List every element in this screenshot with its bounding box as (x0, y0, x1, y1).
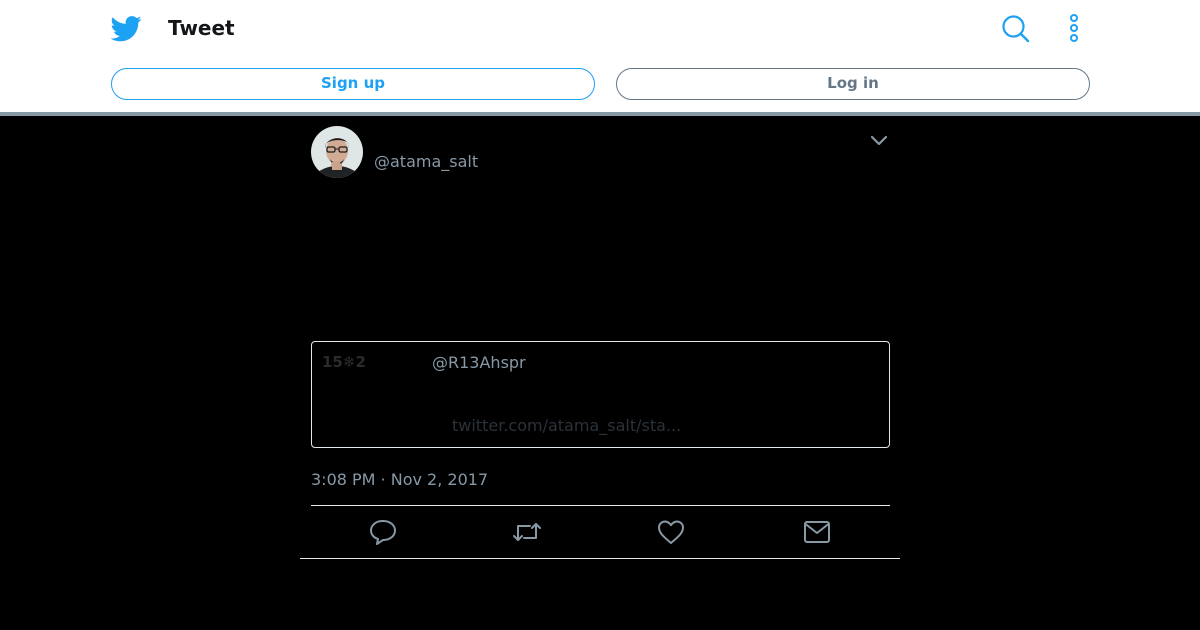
timestamp-divider (311, 505, 890, 506)
header-divider (0, 112, 1200, 116)
author-handle[interactable]: @atama_salt (374, 152, 478, 171)
log-in-button[interactable]: Log in (616, 68, 1090, 100)
chevron-down-icon[interactable] (868, 130, 890, 152)
twitter-bird-icon[interactable] (111, 13, 142, 44)
avatar[interactable] (311, 126, 363, 178)
more-vertical-icon[interactable] (1060, 13, 1088, 43)
sign-up-button[interactable]: Sign up (111, 68, 595, 100)
page-title: Tweet (168, 16, 235, 40)
like-icon[interactable] (656, 518, 686, 546)
quoted-tweet-link[interactable]: twitter.com/atama_salt/sta... (452, 416, 681, 435)
quoted-author-handle: @R13Ahspr (432, 353, 526, 372)
top-header: Tweet Sign up Log in (0, 0, 1200, 112)
retweet-icon[interactable] (512, 518, 542, 546)
quoted-author-name: 15❄︎2 (322, 353, 366, 371)
quoted-tweet-card[interactable]: 15❄︎2 @R13Ahspr twitter.com/atama_salt/s… (311, 341, 890, 448)
direct-message-icon[interactable] (802, 518, 832, 546)
tweet-timestamp[interactable]: 3:08 PM · Nov 2, 2017 (311, 470, 488, 489)
action-bar-divider (300, 558, 900, 559)
reply-icon[interactable] (368, 518, 398, 546)
search-icon[interactable] (1000, 13, 1030, 43)
avatar-image (311, 126, 363, 178)
